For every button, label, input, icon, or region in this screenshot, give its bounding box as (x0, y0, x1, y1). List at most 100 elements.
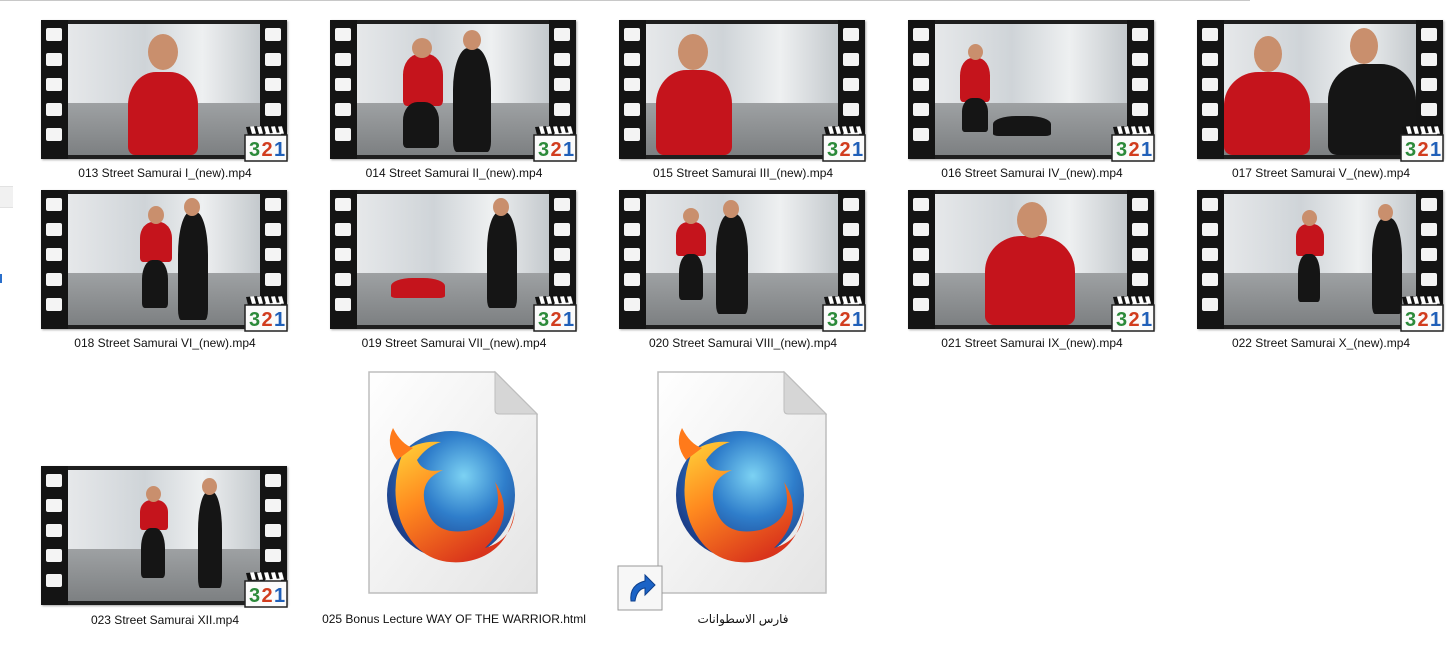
video-frame (357, 194, 549, 325)
video-frame (68, 24, 260, 155)
video-thumbnail: 321 (330, 190, 577, 332)
sprocket-hole (46, 549, 62, 562)
media-player-321-icon: 321 (822, 124, 866, 162)
badge-digit: 3 (1405, 309, 1416, 331)
badge-digit: 2 (551, 309, 562, 331)
badge-digit: 1 (1430, 139, 1441, 161)
sprocket-hole (335, 273, 351, 286)
file-item[interactable]: 321 016 Street Samurai IV_(new).mp4 (897, 20, 1167, 185)
file-name-label: 017 Street Samurai V_(new).mp4 (1231, 166, 1411, 180)
sprocket-hole (624, 28, 640, 41)
sprocket-hole (46, 53, 62, 66)
sprocket-hole (46, 524, 62, 537)
media-player-321-icon: 321 (244, 294, 288, 332)
sprocket-hole (554, 53, 570, 66)
file-item[interactable]: 321 023 Street Samurai XII.mp4 (30, 466, 300, 631)
file-item[interactable]: 321 017 Street Samurai V_(new).mp4 (1186, 20, 1453, 185)
sprocket-hole (335, 28, 351, 41)
file-name-label: 016 Street Samurai IV_(new).mp4 (941, 166, 1123, 180)
sprocket-hole (265, 273, 281, 286)
badge-digit: 3 (538, 309, 549, 331)
sprocket-hole (843, 103, 859, 116)
file-item[interactable]: 321 021 Street Samurai IX_(new).mp4 (897, 190, 1167, 355)
video-thumbnail: 321 (41, 466, 288, 608)
sprocket-hole (624, 198, 640, 211)
badge-digit: 2 (551, 139, 562, 161)
file-name-label: 025 Bonus Lecture WAY OF THE WARRIOR.htm… (322, 612, 586, 626)
sprocket-hole (1132, 273, 1148, 286)
sprocket-hole (265, 499, 281, 512)
video-frame (646, 24, 838, 155)
file-item[interactable]: 321 020 Street Samurai VIII_(new).mp4 (608, 190, 878, 355)
sprocket-hole (46, 223, 62, 236)
file-item[interactable]: 025 Bonus Lecture WAY OF THE WARRIOR.htm… (319, 370, 589, 630)
sprocket-hole (265, 223, 281, 236)
media-player-321-icon: 321 (1400, 124, 1444, 162)
badge-digit: 3 (538, 139, 549, 161)
sprocket-hole (46, 273, 62, 286)
badge-digit: 3 (827, 309, 838, 331)
file-name-label: 015 Street Samurai III_(new).mp4 (652, 166, 834, 180)
badge-digit: 3 (249, 139, 260, 161)
media-player-321-icon: 321 (822, 294, 866, 332)
sprocket-hole (843, 273, 859, 286)
file-name-label: 013 Street Samurai I_(new).mp4 (78, 166, 252, 180)
badge-digit: 2 (1129, 139, 1140, 161)
sprocket-hole (1421, 53, 1437, 66)
video-thumbnail: 321 (908, 20, 1155, 162)
sprocket-hole (46, 78, 62, 91)
badge-digit: 2 (262, 309, 273, 331)
badge-digit: 1 (563, 309, 574, 331)
sprocket-hole (1132, 248, 1148, 261)
sprocket-hole (265, 474, 281, 487)
sprocket-hole (843, 223, 859, 236)
sprocket-hole (843, 248, 859, 261)
file-item[interactable]: 321 014 Street Samurai II_(new).mp4 (319, 20, 589, 185)
sprocket-hole (624, 248, 640, 261)
navigation-pane-edge[interactable] (0, 186, 13, 208)
sprocket-hole (843, 28, 859, 41)
badge-digit: 3 (249, 309, 260, 331)
sprocket-hole (46, 474, 62, 487)
file-name-label: فارس الاسطوانات (697, 612, 789, 626)
sprocket-hole (265, 28, 281, 41)
sprocket-hole (843, 53, 859, 66)
badge-digit: 1 (1141, 309, 1152, 331)
sprocket-hole (1202, 28, 1218, 41)
file-item[interactable]: 321 015 Street Samurai III_(new).mp4 (608, 20, 878, 185)
sprocket-hole (913, 128, 929, 141)
sprocket-hole (913, 298, 929, 311)
sprocket-hole (913, 248, 929, 261)
sprocket-hole (46, 128, 62, 141)
sprocket-hole (335, 53, 351, 66)
sprocket-hole (265, 248, 281, 261)
sprocket-hole (554, 103, 570, 116)
file-item[interactable]: 321 019 Street Samurai VII_(new).mp4 (319, 190, 589, 355)
sprocket-hole (335, 78, 351, 91)
sprocket-hole (554, 198, 570, 211)
sprocket-hole (624, 273, 640, 286)
sprocket-hole (1132, 198, 1148, 211)
video-thumbnail: 321 (330, 20, 577, 162)
sprocket-hole (1132, 103, 1148, 116)
badge-digit: 2 (1418, 309, 1429, 331)
file-item[interactable]: 321 018 Street Samurai VI_(new).mp4 (30, 190, 300, 355)
sprocket-hole (265, 198, 281, 211)
file-item[interactable]: 321 022 Street Samurai X_(new).mp4 (1186, 190, 1453, 355)
sprocket-hole (554, 248, 570, 261)
file-item[interactable]: 321 013 Street Samurai I_(new).mp4 (30, 20, 300, 185)
badge-digit: 2 (262, 585, 273, 607)
video-thumbnail: 321 (619, 190, 866, 332)
sprocket-hole (624, 78, 640, 91)
sprocket-hole (46, 499, 62, 512)
file-item[interactable]: فارس الاسطوانات (608, 370, 878, 630)
badge-digit: 2 (840, 309, 851, 331)
sprocket-hole (1202, 223, 1218, 236)
sprocket-hole (913, 273, 929, 286)
badge-digit: 1 (274, 585, 285, 607)
media-player-321-icon: 321 (533, 124, 577, 162)
media-player-321-icon: 321 (244, 570, 288, 608)
sprocket-hole (1132, 223, 1148, 236)
sprocket-hole (265, 53, 281, 66)
sprocket-hole (913, 53, 929, 66)
